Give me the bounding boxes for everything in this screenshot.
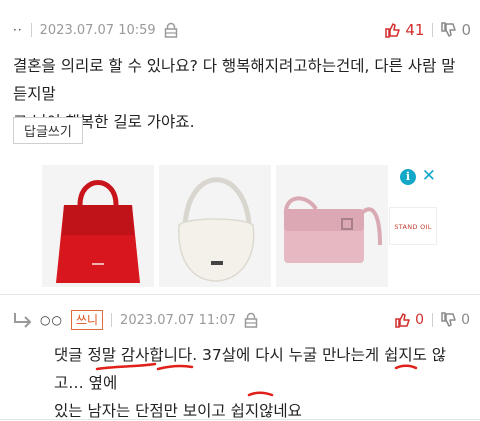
comment-date: 2023.07.07 10:59	[39, 22, 156, 38]
thumb-down-icon[interactable]	[441, 312, 457, 328]
lock-icon[interactable]	[244, 312, 258, 328]
advertisement-banner[interactable]: STAND OIL i ✕	[42, 165, 438, 287]
reply-body-line: 있는 남자는 단점만 보이고 쉽지않네요	[54, 402, 302, 420]
reply-arrow-icon	[14, 313, 32, 328]
comment-body-line: 결혼을 의리로 할 수 있나요? 다 행복해지려고하는건데, 다른 사람 말 듣…	[13, 57, 456, 103]
write-reply-button[interactable]: 답글쓰기	[13, 117, 83, 144]
downvote-count: 0	[461, 312, 470, 328]
thumb-up-icon[interactable]	[395, 312, 411, 328]
vote-area: 0 0	[395, 312, 470, 328]
separator	[432, 313, 434, 327]
close-icon[interactable]: ✕	[422, 166, 436, 186]
separator	[111, 313, 113, 327]
reply-date: 2023.07.07 11:07	[120, 312, 237, 328]
upvote-count: 0	[415, 312, 425, 328]
upvote-count: 41	[405, 21, 425, 39]
lock-icon[interactable]	[164, 22, 178, 38]
reply-nickname[interactable]: ○○	[40, 313, 63, 327]
separator	[30, 23, 32, 37]
red-handbag-image[interactable]	[42, 165, 154, 287]
thumb-down-icon[interactable]	[441, 22, 457, 38]
reply-header: ○○ 쓰니 2023.07.07 11:07 0 0	[12, 306, 470, 334]
divider	[0, 294, 480, 295]
vote-area: 41 0	[385, 21, 471, 39]
comment-header: ·· 2023.07.07 10:59 41 0	[13, 12, 471, 48]
white-shoulder-bag-image[interactable]	[159, 165, 271, 287]
info-icon[interactable]: i	[400, 169, 416, 185]
comment-nickname[interactable]: ··	[13, 23, 23, 37]
thumb-up-icon[interactable]	[385, 22, 401, 38]
pink-crossbody-bag-image[interactable]	[276, 165, 388, 287]
downvote-count: 0	[461, 21, 471, 39]
brand-logo[interactable]: STAND OIL	[389, 207, 437, 245]
separator	[432, 23, 434, 37]
reply-body: 댓글 정말 감사합니다. 37살에 다시 누굴 만나는게 쉽지도 않고… 옆에 …	[54, 341, 472, 421]
author-badge: 쓰니	[70, 310, 104, 330]
divider	[0, 419, 480, 420]
reply-body-line: 댓글 정말 감사합니다. 37살에 다시 누굴 만나는게 쉽지도 않고… 옆에	[54, 346, 447, 392]
